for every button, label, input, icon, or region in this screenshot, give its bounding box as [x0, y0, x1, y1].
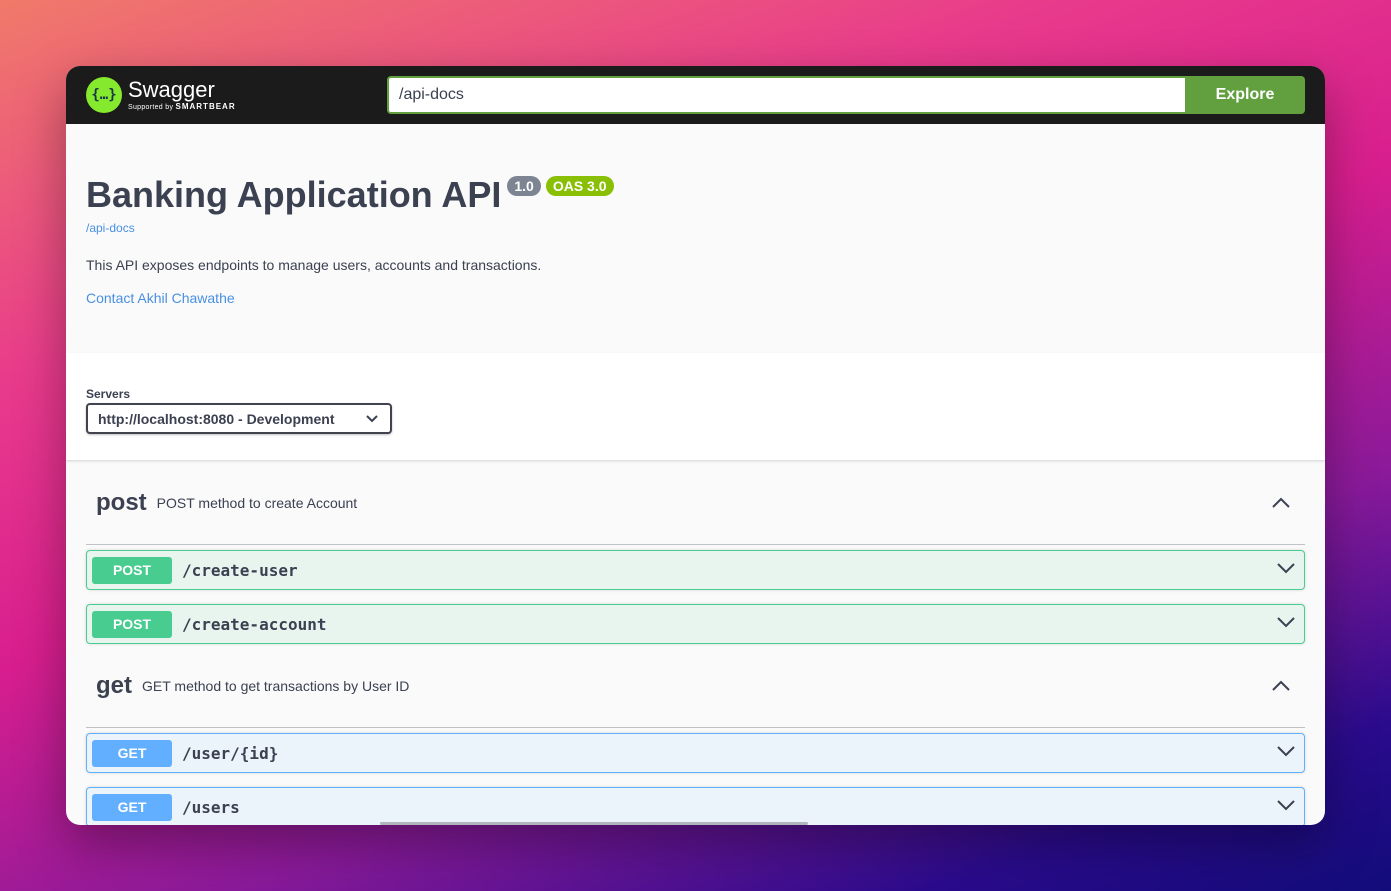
chevron-down-icon[interactable] [1276, 799, 1296, 811]
tag-name: get [96, 671, 132, 699]
tag-name: post [96, 488, 147, 516]
method-badge: POST [92, 610, 172, 638]
operations-list: post POST method to create Account POST … [66, 461, 1325, 825]
tag-description: GET method to get transactions by User I… [142, 677, 410, 694]
operation-path: /users [182, 797, 240, 817]
api-description: This API exposes endpoints to manage use… [86, 257, 542, 273]
operation-get-users[interactable]: GET /users [86, 787, 1305, 825]
contact-link[interactable]: Contact Akhil Chawathe [86, 290, 1305, 306]
tag-post-header[interactable]: post POST method to create Account [86, 461, 1305, 545]
method-badge: POST [92, 556, 172, 584]
spec-url-input[interactable] [387, 76, 1185, 114]
swagger-logo-icon: {…} [86, 77, 122, 113]
operation-path: /create-user [182, 560, 298, 580]
chevron-down-icon[interactable] [1276, 616, 1296, 628]
chevron-up-icon[interactable] [1271, 680, 1291, 692]
servers-section: Servers http://localhost:8080 - Developm… [66, 353, 1325, 461]
page-title: Banking Application API [86, 174, 502, 215]
method-badge: GET [92, 793, 172, 821]
logo-wordmark: Swagger [128, 77, 215, 102]
operation-path: /user/{id} [182, 743, 279, 763]
method-badge: GET [92, 739, 172, 767]
version-badge: 1.0 [507, 176, 541, 196]
chevron-down-icon [366, 414, 378, 422]
servers-select[interactable]: http://localhost:8080 - Development [86, 403, 392, 434]
horizontal-scrollbar[interactable] [380, 822, 808, 825]
swagger-topbar: {…} Swagger Supported by SMARTBEAR Explo… [66, 66, 1325, 124]
operation-get-user[interactable]: GET /user/{id} [86, 733, 1305, 773]
api-info: Banking Application API 1.0 OAS 3.0 /api… [66, 124, 1325, 353]
chevron-down-icon[interactable] [1276, 562, 1296, 574]
servers-selected-value: http://localhost:8080 - Development [98, 410, 335, 427]
chevron-down-icon[interactable] [1276, 745, 1296, 757]
servers-label: Servers [86, 387, 131, 401]
operation-create-user[interactable]: POST /create-user [86, 550, 1305, 590]
tag-description: POST method to create Account [156, 494, 358, 511]
oas-badge: OAS 3.0 [545, 176, 614, 196]
swagger-logo[interactable]: {…} Swagger Supported by SMARTBEAR [86, 77, 387, 113]
spec-url-bar: Explore [387, 76, 1305, 114]
spec-url-link[interactable]: /api-docs [86, 221, 1305, 235]
chevron-up-icon[interactable] [1271, 497, 1291, 509]
explore-button[interactable]: Explore [1185, 76, 1305, 114]
logo-subtitle: Supported by SMARTBEAR [128, 102, 236, 112]
operation-create-account[interactable]: POST /create-account [86, 604, 1305, 644]
browser-window: {…} Swagger Supported by SMARTBEAR Explo… [66, 66, 1325, 825]
operation-path: /create-account [182, 614, 327, 634]
tag-get-header[interactable]: get GET method to get transactions by Us… [86, 644, 1305, 728]
